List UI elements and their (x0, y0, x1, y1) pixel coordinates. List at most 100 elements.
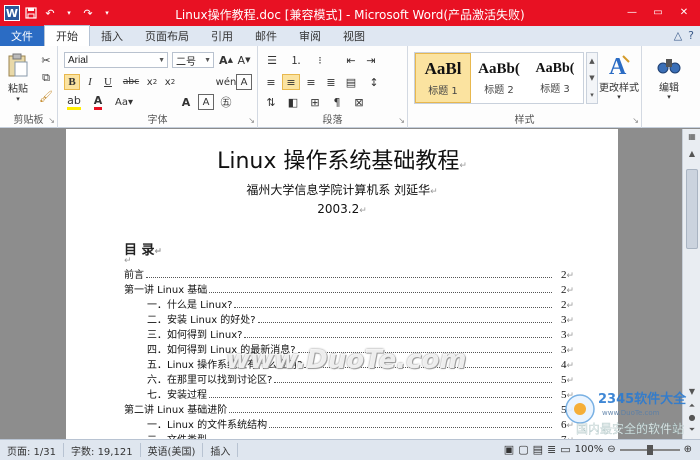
zoom-slider-knob[interactable] (646, 444, 653, 455)
styles-launcher-icon[interactable]: ↘ (632, 116, 639, 125)
view-web-layout-icon[interactable]: ▤ (533, 443, 543, 456)
zoom-level[interactable]: 100% (575, 444, 604, 455)
style-heading-3[interactable]: AaBb( 标题 3 (527, 53, 583, 103)
change-case-icon[interactable]: Aa▾ (112, 94, 136, 110)
language-indicator[interactable]: 英语(美国) (141, 443, 204, 458)
scrollbar-thumb[interactable] (686, 169, 698, 249)
toc-entry[interactable]: 七．安装过程 5 ↵ (124, 386, 574, 401)
style-heading-1[interactable]: AaBl 标题 1 (415, 53, 471, 103)
increase-indent-icon[interactable]: ⇥ (362, 52, 380, 68)
toc-entry[interactable]: 一．Linux 的文件系统结构 6 ↵ (124, 416, 574, 431)
strikethrough-icon[interactable]: abc (120, 74, 142, 90)
character-shading-icon[interactable]: A (236, 74, 252, 90)
word-count[interactable]: 字数: 19,121 (64, 443, 141, 458)
styles-scroll-up-icon[interactable]: ▲ (589, 57, 594, 65)
toc-entry[interactable]: 第二讲 Linux 基础进阶5↵ (124, 401, 574, 416)
align-left-icon[interactable]: ≡ (262, 74, 280, 90)
font-size-combo[interactable]: 二号 ▼ (172, 52, 214, 68)
tab-review[interactable]: 审阅 (288, 26, 332, 46)
font-name-combo[interactable]: Arial ▼ (64, 52, 168, 68)
tab-view[interactable]: 视图 (332, 26, 376, 46)
tab-file[interactable]: 文件 (0, 26, 44, 46)
maximize-button[interactable]: ▭ (646, 4, 670, 20)
highlight-icon[interactable]: ab (64, 94, 84, 110)
redo-icon[interactable]: ↷ (80, 5, 96, 21)
customize-qat-icon[interactable]: ▾ (99, 5, 115, 21)
phonetic-guide-icon[interactable]: wén (216, 74, 237, 90)
font-launcher-icon[interactable]: ↘ (248, 116, 255, 125)
editing-button[interactable]: 编辑 (648, 80, 690, 94)
tab-insert[interactable]: 插入 (90, 26, 134, 46)
editing-dropdown-icon[interactable]: ▾ (648, 92, 690, 102)
asian-layout-icon[interactable]: ⊠ (350, 94, 368, 110)
qat-dropdown-icon[interactable]: ▾ (61, 5, 77, 21)
clear-formatting-icon[interactable]: A (178, 94, 194, 110)
save-icon[interactable] (23, 5, 39, 21)
paste-dropdown-icon[interactable]: ▾ (2, 94, 34, 104)
word-app-icon[interactable]: W (4, 5, 20, 21)
toc-entry[interactable]: 第一讲 Linux 基础 2 ↵ (124, 281, 574, 296)
binoculars-icon[interactable] (652, 50, 686, 80)
styles-more-icon[interactable]: ▾ (590, 91, 594, 99)
copy-icon[interactable]: ⧉ (38, 70, 54, 86)
character-border-icon[interactable]: A (198, 94, 214, 110)
bold-icon[interactable]: B (64, 74, 80, 90)
view-full-screen-icon[interactable]: ▢ (518, 443, 528, 456)
change-styles-icon[interactable]: A (600, 50, 638, 80)
change-styles-button[interactable]: 更改样式 (596, 80, 642, 94)
line-spacing-icon[interactable]: ↕ (364, 74, 384, 90)
italic-icon[interactable]: I (82, 74, 98, 90)
clipboard-launcher-icon[interactable]: ↘ (48, 116, 55, 125)
undo-icon[interactable]: ↶ (42, 5, 58, 21)
document-page[interactable]: Linux 操作系统基础教程↵ 福州大学信息学院计算机系 刘延华↵ 2003.2… (66, 129, 618, 439)
grow-font-icon[interactable]: A ▲ (218, 52, 234, 68)
bullets-icon[interactable]: ☰ (262, 52, 282, 68)
multilevel-list-icon[interactable]: ⁝ (310, 52, 330, 68)
borders-icon[interactable]: ⊞ (306, 94, 324, 110)
change-styles-dropdown-icon[interactable]: ▾ (596, 92, 642, 102)
decrease-indent-icon[interactable]: ⇤ (342, 52, 360, 68)
toc-entry[interactable]: 一．什么是 Linux? 2 ↵ (124, 296, 574, 311)
font-size-dropdown-icon[interactable]: ▼ (204, 57, 211, 64)
insert-mode[interactable]: 插入 (203, 443, 239, 458)
view-outline-icon[interactable]: ≣ (547, 443, 556, 456)
zoom-slider[interactable] (619, 444, 680, 455)
zoom-in-icon[interactable]: ⊕ (684, 444, 692, 455)
underline-icon[interactable]: U (100, 74, 116, 90)
collapse-ribbon-icon[interactable]: △ (674, 29, 682, 42)
subscript-icon[interactable]: x2 (144, 74, 160, 90)
scroll-up-icon[interactable]: ▲ (683, 149, 700, 158)
toc-entry[interactable]: 三．如何得到 Linux? 3 ↵ (124, 326, 574, 341)
toc-entry[interactable]: 前言 2 ↵ (124, 266, 574, 281)
cut-icon[interactable]: ✂ (38, 52, 54, 68)
align-center-icon[interactable]: ≡ (282, 74, 300, 90)
zoom-out-icon[interactable]: ⊖ (607, 444, 615, 455)
superscript-icon[interactable]: x2 (162, 74, 178, 90)
align-right-icon[interactable]: ≡ (302, 74, 320, 90)
tab-references[interactable]: 引用 (200, 26, 244, 46)
enclose-characters-icon[interactable]: ㊄ (218, 94, 234, 110)
paste-button[interactable]: 粘贴 (2, 80, 34, 95)
style-heading-2[interactable]: AaBb( 标题 2 (471, 53, 527, 103)
shrink-font-icon[interactable]: A ▼ (236, 52, 252, 68)
ruler-toggle-icon[interactable]: ▦ (683, 132, 700, 141)
page-count[interactable]: 页面: 1/31 (0, 443, 65, 458)
paste-icon[interactable] (4, 50, 32, 80)
shading-icon[interactable]: ◧ (284, 94, 302, 110)
font-color-icon[interactable]: A (88, 94, 108, 110)
font-name-dropdown-icon[interactable]: ▼ (158, 57, 165, 64)
sort-icon[interactable]: ⇅ (262, 94, 280, 110)
justify-icon[interactable]: ≣ (322, 74, 340, 90)
paragraph-launcher-icon[interactable]: ↘ (398, 116, 405, 125)
tab-home[interactable]: 开始 (44, 25, 90, 46)
numbering-icon[interactable]: ⒈ (286, 52, 306, 68)
view-print-layout-icon[interactable]: ▣ (504, 443, 514, 456)
close-button[interactable]: ✕ (672, 4, 696, 20)
tab-page-layout[interactable]: 页面布局 (134, 26, 200, 46)
distributed-icon[interactable]: ▤ (342, 74, 360, 90)
styles-scroll-down-icon[interactable]: ▼ (589, 74, 594, 82)
toc-entry[interactable]: 二．安装 Linux 的好处? 3 ↵ (124, 311, 574, 326)
minimize-button[interactable]: — (620, 4, 644, 20)
toc-entry[interactable]: 二．文件类型7↵ (124, 431, 574, 439)
format-painter-icon[interactable]: 🖌 (38, 88, 54, 104)
